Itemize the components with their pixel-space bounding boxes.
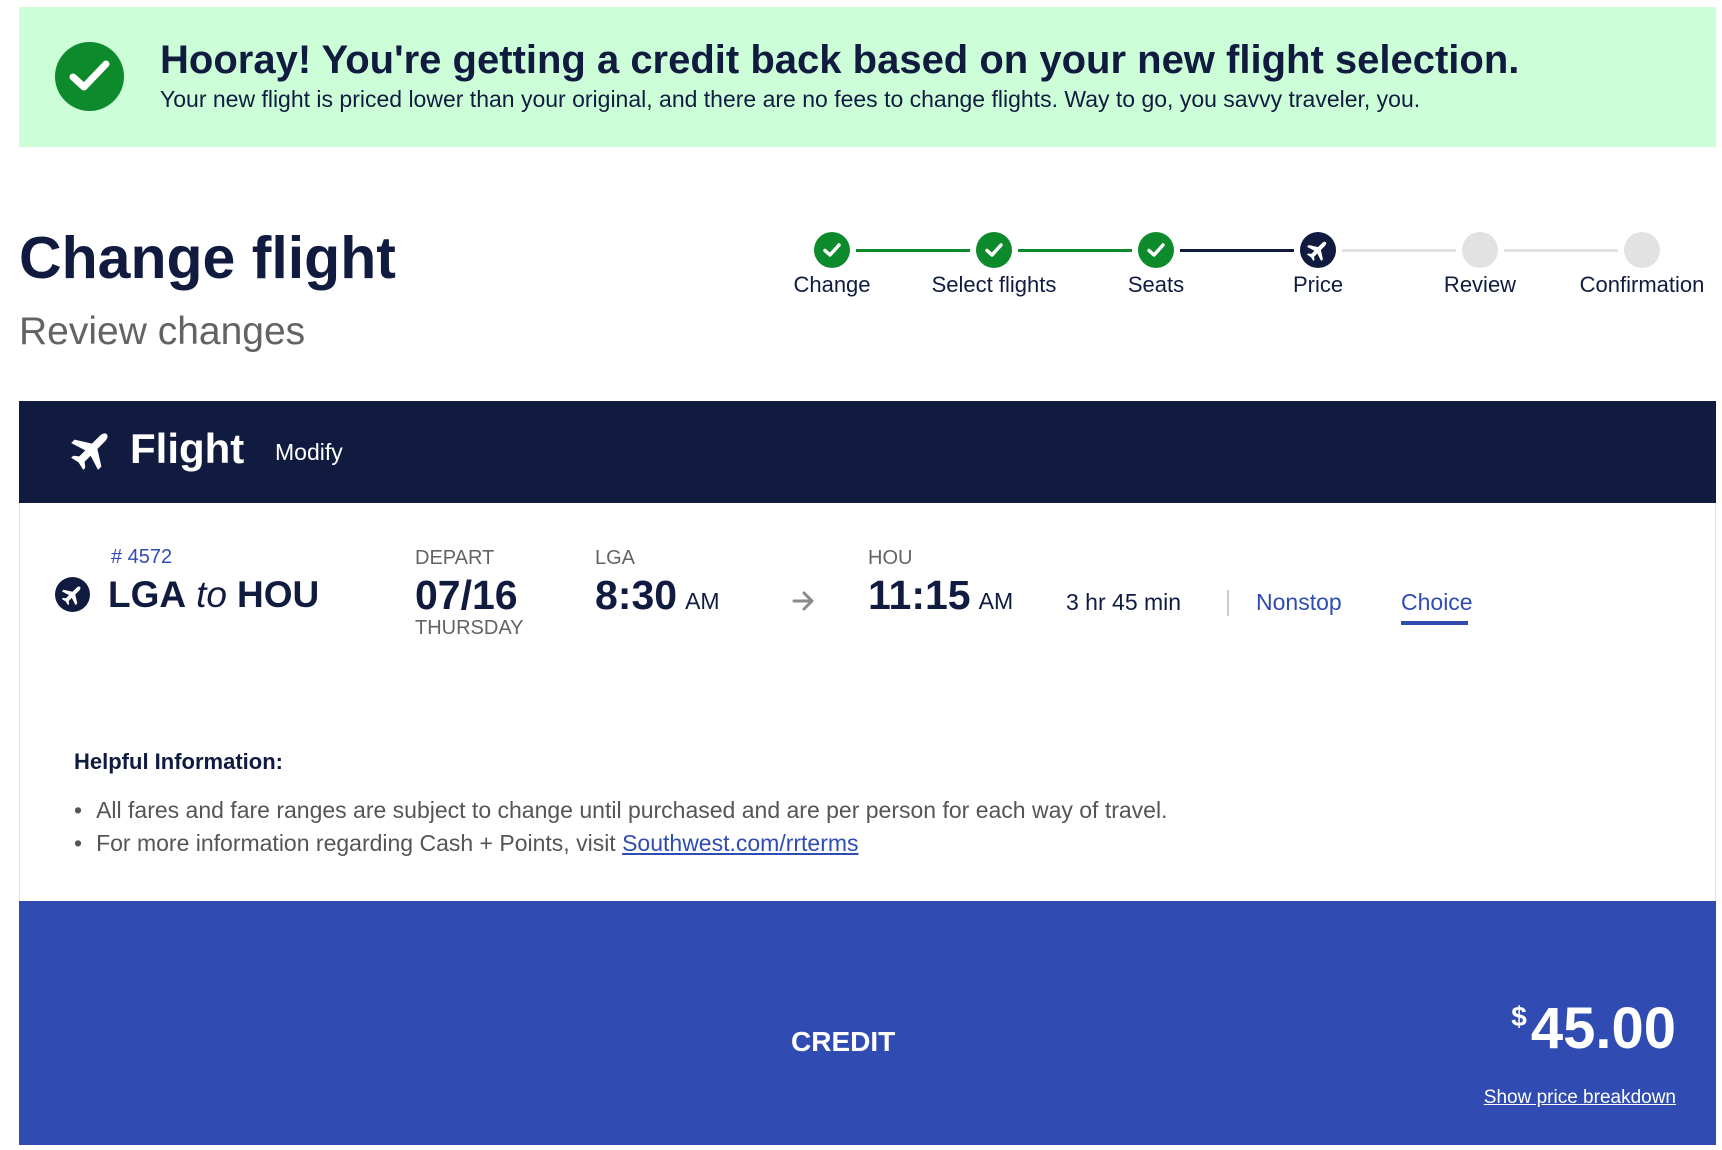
arrive-ampm: AM — [978, 588, 1014, 614]
depart-time: 8:30 AM — [595, 572, 720, 619]
step-connector — [856, 249, 970, 252]
arrive-airport-label: HOU — [868, 547, 913, 569]
step-connector — [1018, 249, 1132, 252]
checkmark-icon — [55, 42, 124, 111]
arrive-time: 11:15 AM — [868, 572, 1013, 619]
step-seats-check-icon — [1138, 232, 1174, 268]
banner-message: Your new flight is priced lower than you… — [160, 86, 1421, 112]
step-connector — [1180, 249, 1294, 252]
credit-label: CREDIT — [791, 1026, 896, 1057]
depart-date: 07/16 — [415, 572, 518, 618]
flight-section-header: Flight Modify — [19, 401, 1716, 503]
step-label-review: Review — [1443, 272, 1517, 297]
helpful-info-title: Helpful Information: — [74, 749, 283, 774]
arrive-time-value: 11:15 — [868, 572, 971, 618]
show-price-breakdown-link[interactable]: Show price breakdown — [1420, 1087, 1676, 1109]
airplane-icon — [55, 577, 90, 612]
modify-link[interactable]: Modify — [275, 439, 343, 466]
info-item-text: All fares and fare ranges are subject to… — [96, 797, 1168, 823]
depart-ampm: AM — [685, 588, 720, 614]
helpful-info-list: All fares and fare ranges are subject to… — [74, 797, 1167, 863]
fare-type-link[interactable]: Choice — [1401, 589, 1473, 616]
origin-code: LGA — [108, 574, 187, 615]
depart-airport-label: LGA — [595, 547, 636, 569]
arrow-right-icon — [792, 590, 816, 617]
step-label-confirmation: Confirmation — [1579, 272, 1705, 297]
step-label-select-flights: Select flights — [931, 272, 1057, 297]
page-title: Change flight — [19, 225, 396, 291]
list-item: For more information regarding Cash + Po… — [74, 830, 1167, 863]
depart-time-value: 8:30 — [595, 572, 678, 618]
depart-label: DEPART — [415, 547, 495, 569]
step-connector — [1342, 249, 1456, 252]
rrterms-link[interactable]: Southwest.com/rrterms — [622, 830, 858, 856]
step-confirmation-dot — [1624, 232, 1660, 268]
step-select-flights-check-icon — [976, 232, 1012, 268]
page-subtitle: Review changes — [19, 310, 306, 353]
step-price-airplane-icon — [1300, 232, 1336, 268]
currency-symbol: $ — [1511, 1001, 1527, 1032]
destination-code: HOU — [236, 574, 320, 615]
route-to-word: to — [196, 574, 227, 615]
step-label-price: Price — [1292, 272, 1344, 297]
depart-day: THURSDAY — [415, 617, 524, 639]
credit-amount: $45.00 — [1470, 995, 1676, 1062]
divider — [1227, 590, 1229, 616]
list-item: All fares and fare ranges are subject to… — [74, 797, 1167, 830]
fare-underline — [1401, 621, 1468, 625]
flight-duration: 3 hr 45 min — [1066, 589, 1182, 615]
banner-title: Hooray! You're getting a credit back bas… — [160, 38, 1520, 82]
step-change-check-icon — [814, 232, 850, 268]
credit-amount-value: 45.00 — [1530, 996, 1676, 1061]
step-review-dot — [1462, 232, 1498, 268]
step-label-change: Change — [793, 272, 871, 297]
nonstop-link[interactable]: Nonstop — [1256, 589, 1342, 616]
step-label-seats: Seats — [1127, 272, 1185, 297]
flight-section-title: Flight — [130, 425, 245, 472]
info-item-text: For more information regarding Cash + Po… — [96, 830, 623, 856]
airplane-icon — [69, 426, 115, 477]
flight-number: # 4572 — [111, 546, 173, 568]
step-connector — [1504, 249, 1618, 252]
flight-route: LGA to HOU — [108, 574, 319, 616]
